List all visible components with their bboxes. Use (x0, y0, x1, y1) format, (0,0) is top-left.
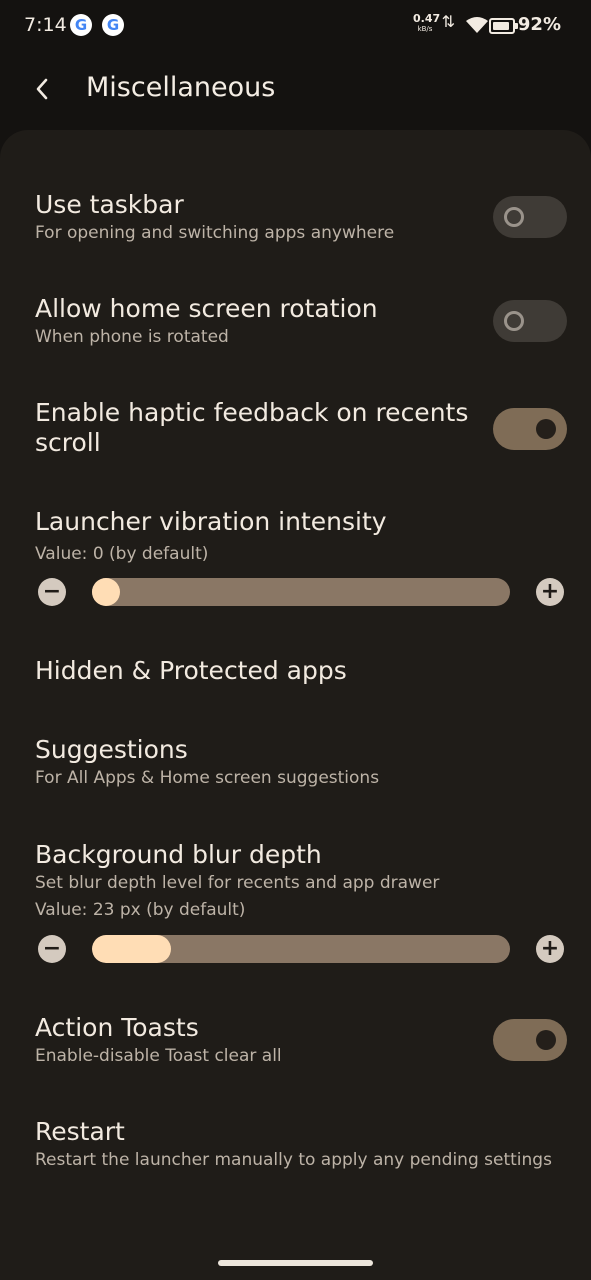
battery-percent: 92% (517, 14, 561, 35)
setting-title: Use taskbar (35, 190, 184, 219)
action-toasts-toggle[interactable] (493, 1019, 567, 1061)
blur-slider-active-fill (92, 935, 172, 963)
setting-restart[interactable]: Restart Restart the launcher manually to… (35, 1117, 583, 1171)
vibration-slider-thumb[interactable] (92, 578, 120, 606)
blur-slider-row: − + (35, 933, 567, 965)
setting-value: Value: 0 (by default) (35, 544, 209, 564)
setting-suggestions[interactable]: Suggestions For All Apps & Home screen s… (35, 735, 567, 789)
google-icon: G (70, 14, 92, 36)
use-taskbar-toggle[interactable] (493, 196, 567, 238)
setting-vibration-intensity: Launcher vibration intensity Value: 0 (b… (35, 507, 567, 565)
setting-subtitle: Set blur depth level for recents and app… (35, 873, 440, 893)
gesture-nav-handle[interactable] (218, 1260, 373, 1266)
network-speed: 0.47 kB/s (413, 13, 440, 34)
setting-subtitle: Enable-disable Toast clear all (35, 1046, 282, 1066)
vibration-slider-row: − + (35, 576, 567, 608)
setting-blur-depth: Background blur depth Set blur depth lev… (35, 840, 567, 921)
setting-home-rotation[interactable]: Allow home screen rotation When phone is… (35, 294, 567, 348)
network-speed-unit: kB/s (417, 25, 433, 33)
setting-title: Launcher vibration intensity (35, 507, 387, 536)
status-time: 7:14 (24, 14, 67, 36)
setting-subtitle: When phone is rotated (35, 327, 229, 347)
wifi-icon (466, 17, 488, 33)
blur-decrease-button[interactable]: − (38, 935, 66, 963)
page-title: Miscellaneous (86, 72, 276, 103)
setting-haptic-feedback[interactable]: Enable haptic feedback on recents scroll (35, 398, 471, 458)
setting-action-toasts[interactable]: Action Toasts Enable-disable Toast clear… (35, 1013, 567, 1067)
status-bar: 7:14 G G 0.47 kB/s ⇅ 92% (0, 0, 591, 52)
vibration-increase-button[interactable]: + (536, 578, 564, 606)
google-icon: G (102, 14, 124, 36)
setting-title: Background blur depth (35, 840, 322, 869)
vibration-slider-track[interactable] (92, 578, 510, 606)
toggle-thumb (536, 419, 556, 439)
setting-title: Enable haptic feedback on recents scroll (35, 398, 469, 457)
setting-value: Value: 23 px (by default) (35, 900, 246, 920)
blur-increase-button[interactable]: + (536, 935, 564, 963)
setting-subtitle: For opening and switching apps anywhere (35, 223, 395, 243)
toggle-thumb (536, 1030, 556, 1050)
toggle-thumb (504, 207, 524, 227)
setting-subtitle: For All Apps & Home screen suggestions (35, 768, 380, 788)
back-arrow-icon (36, 78, 48, 100)
back-button[interactable] (28, 74, 56, 104)
setting-hidden-protected-apps[interactable]: Hidden & Protected apps (35, 656, 567, 686)
data-arrows-icon: ⇅ (441, 12, 455, 31)
setting-subtitle: Restart the launcher manually to apply a… (35, 1150, 552, 1170)
setting-title: Allow home screen rotation (35, 294, 378, 323)
setting-title: Restart (35, 1117, 125, 1146)
vibration-decrease-button[interactable]: − (38, 578, 66, 606)
setting-title: Suggestions (35, 735, 188, 764)
setting-use-taskbar[interactable]: Use taskbar For opening and switching ap… (35, 190, 567, 244)
top-app-bar: Miscellaneous (0, 60, 591, 120)
home-rotation-toggle[interactable] (493, 300, 567, 342)
haptic-feedback-toggle[interactable] (493, 408, 567, 450)
blur-slider-track[interactable] (92, 935, 510, 963)
setting-title: Action Toasts (35, 1013, 199, 1042)
setting-title: Hidden & Protected apps (35, 656, 347, 685)
toggle-thumb (504, 311, 524, 331)
battery-icon (489, 18, 518, 34)
settings-panel: Use taskbar For opening and switching ap… (0, 130, 591, 1280)
